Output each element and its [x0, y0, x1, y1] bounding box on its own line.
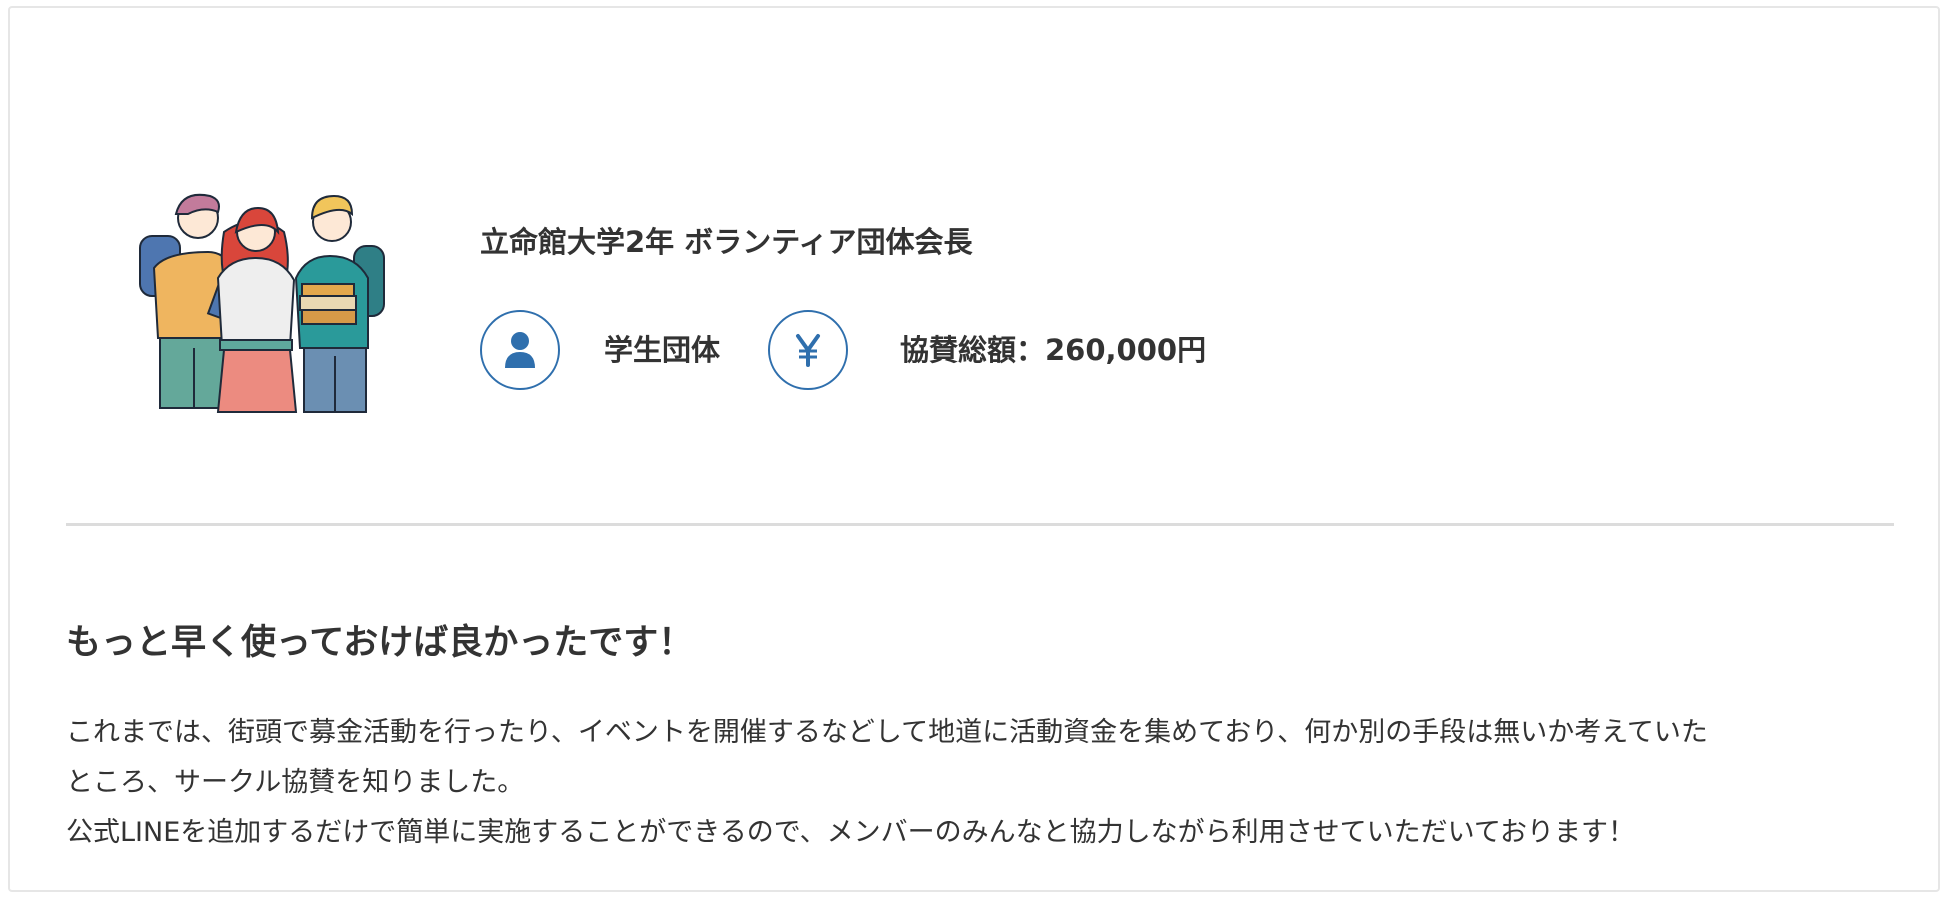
yen-icon: [768, 310, 848, 390]
review-body-line: これまでは、街頭で募金活動を行ったり、イベントを開催するなどして地道に活動資金を…: [66, 717, 1708, 748]
role-title: 立命館大学2年 ボランティア団体会長: [480, 225, 973, 259]
organization-type-label: 学生団体: [604, 333, 721, 367]
review-body-line: 公式LINEを追加するだけで簡単に実施することができるので、メンバーのみんなと協…: [66, 817, 1636, 848]
divider: [66, 523, 1894, 526]
review-body: これまでは、街頭で募金活動を行ったり、イベントを開催するなどして地道に活動資金を…: [66, 708, 1906, 858]
students-illustration: [106, 188, 406, 420]
review-headline: もっと早く使っておけば良かったです！: [66, 623, 694, 663]
meta-row: 学生団体 協賛総額：260,000円: [480, 310, 1240, 394]
review-body-line: ところ、サークル協賛を知りました。: [66, 767, 525, 798]
student-right-figure: [294, 194, 385, 413]
profile-section: 立命館大学2年 ボランティア団体会長 学生団体 協賛総額：260,000円: [480, 220, 1206, 390]
testimonial-card: 立命館大学2年 ボランティア団体会長 学生団体 協賛総額：260,000円 もっ…: [8, 6, 1940, 892]
person-icon: [480, 310, 560, 390]
student-middle-figure: [216, 206, 298, 413]
sponsorship-total-label: 協賛総額：260,000円: [900, 333, 1207, 367]
